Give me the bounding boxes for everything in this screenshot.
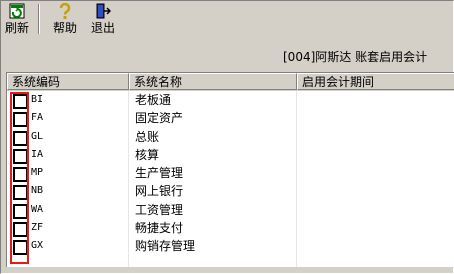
system-code-cell: GL [31,130,44,142]
system-name-cell: 畅捷支付 [135,221,184,236]
system-name-cell: 固定资产 [135,111,184,126]
table-row[interactable]: GX 购销存管理 [7,237,454,256]
help-button[interactable]: 帮助 [50,2,80,36]
help-icon [59,3,71,19]
table-row[interactable]: MP 生产管理 [7,164,454,183]
checkbox-highlight-box [10,92,29,264]
exit-label: 退出 [90,21,115,35]
toolbar-separator [38,4,40,34]
system-name-cell: 核算 [135,147,160,162]
table-row[interactable]: NB 网上银行 [7,182,454,201]
system-name-cell: 老板通 [135,93,172,107]
system-name-cell: 购销存管理 [135,239,196,254]
table-row[interactable]: GL 总账 [7,128,454,146]
column-header-code[interactable]: 系统编码 [7,73,129,90]
refresh-button[interactable]: 刷新 [2,2,32,36]
system-code-cell: ZF [31,222,44,234]
system-code-cell: IA [31,148,44,160]
system-code-cell: WA [31,203,44,215]
column-header-name[interactable]: 系统名称 [129,73,297,90]
refresh-label: 刷新 [4,21,29,35]
system-code-cell: MP [31,167,44,179]
system-table: 系统编码 系统名称 启用会计期间 BI 老板通 FA 固定资产 GL 总账 IA 核算 MP 生产… [6,72,454,267]
table-row[interactable]: FA 固定资产 [7,109,454,128]
system-code-cell: BI [31,94,44,105]
system-code-cell: NB [31,185,44,197]
help-label: 帮助 [52,21,77,35]
system-name-cell: 工资管理 [135,202,184,217]
account-info-text: [004]阿斯达 账套启用会计 [283,50,428,64]
system-name-cell: 网上银行 [135,184,184,199]
column-header-period[interactable]: 启用会计期间 [297,73,454,90]
table-row[interactable]: WA 工资管理 [7,201,454,219]
system-name-cell: 总账 [135,129,160,144]
exit-icon [96,3,111,19]
exit-button[interactable]: 退出 [88,2,118,36]
system-code-cell: FA [31,112,44,124]
table-body: BI 老板通 FA 固定资产 GL 总账 IA 核算 MP 生产管理 NB 网上银行 WA 工资管理 ZF 畅… [7,91,454,256]
toolbar: 刷新 帮助 退出 [0,0,454,38]
refresh-icon [9,3,25,19]
table-header: 系统编码 系统名称 启用会计期间 [7,73,454,91]
table-row[interactable]: ZF 畅捷支付 [7,219,454,238]
system-name-cell: 生产管理 [135,166,184,181]
table-row[interactable]: IA 核算 [7,146,454,164]
table-row[interactable]: BI 老板通 [7,91,454,109]
system-code-cell: GX [31,240,44,252]
